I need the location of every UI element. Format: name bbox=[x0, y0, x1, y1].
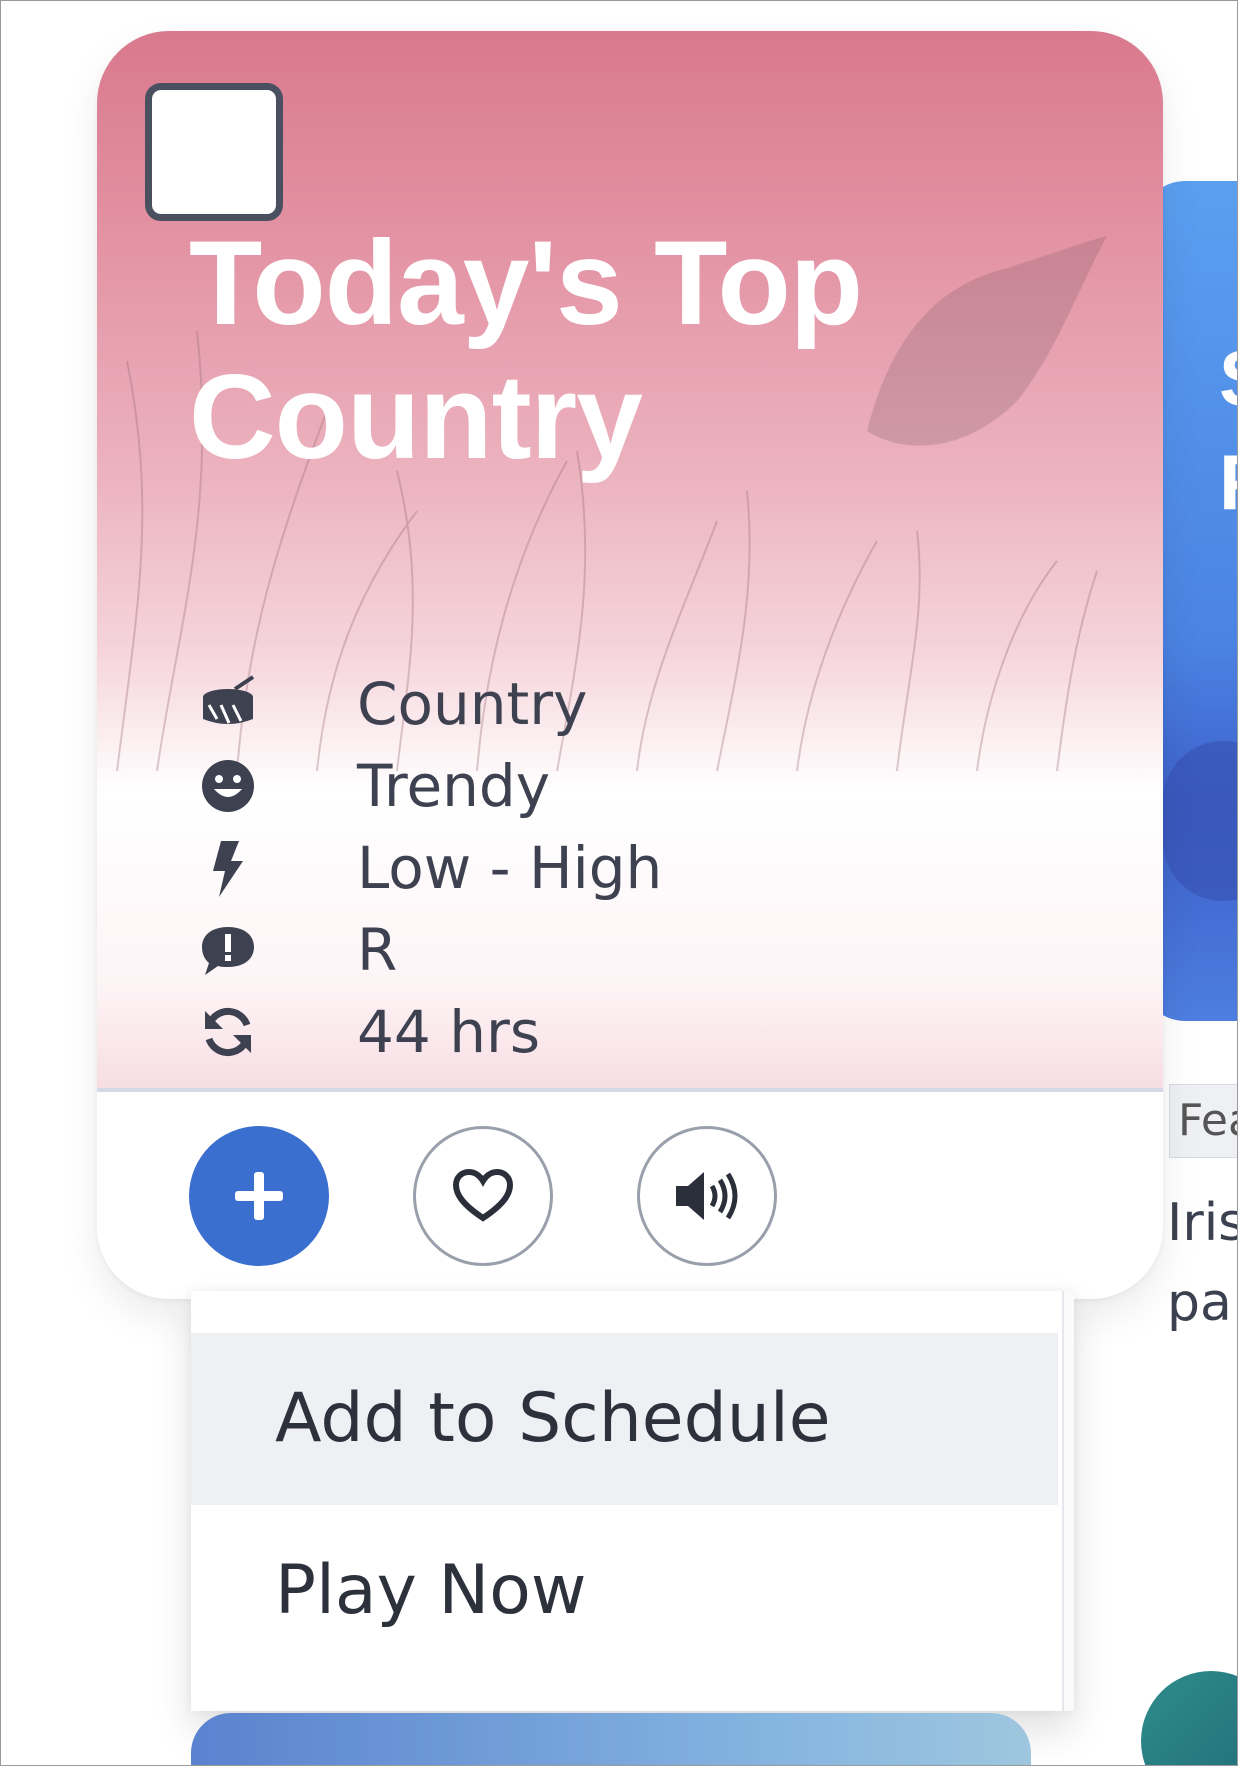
menu-item-add-to-schedule[interactable]: Add to Schedule bbox=[191, 1333, 1058, 1505]
meta-energy-label: Low - High bbox=[357, 834, 663, 902]
card-actions bbox=[189, 1126, 861, 1266]
meta-rating: R bbox=[199, 909, 662, 991]
volume-icon bbox=[676, 1172, 738, 1220]
explicit-comment-icon bbox=[199, 919, 269, 981]
select-checkbox[interactable] bbox=[145, 83, 283, 221]
next-card-thumbnail bbox=[1141, 1671, 1237, 1765]
refresh-icon bbox=[199, 1001, 269, 1063]
favorite-button[interactable] bbox=[413, 1126, 553, 1266]
next-card-description: Iris pa bbox=[1167, 1193, 1238, 1333]
playlist-title: Today's Top Country bbox=[189, 216, 863, 484]
playlist-meta: Country Trendy Low - High R 44 hrs bbox=[199, 663, 662, 1073]
playlist-card[interactable]: Today's Top Country Country Trendy Low -… bbox=[97, 31, 1163, 1299]
meta-energy: Low - High bbox=[199, 827, 662, 909]
bolt-icon bbox=[199, 837, 269, 899]
preview-audio-button[interactable] bbox=[637, 1126, 777, 1266]
next-card-tag: Fea bbox=[1169, 1084, 1237, 1158]
card-divider bbox=[97, 1088, 1163, 1092]
meta-genre: Country bbox=[199, 663, 662, 745]
playlist-cover-art: Today's Top Country Country Trendy Low -… bbox=[97, 31, 1163, 1091]
menu-item-play-now[interactable]: Play Now bbox=[191, 1505, 1058, 1677]
add-button[interactable] bbox=[189, 1126, 329, 1266]
drum-icon bbox=[199, 673, 269, 735]
next-card-title-peek: S F bbox=[1219, 326, 1237, 534]
add-menu: Add to Schedule Play Now bbox=[191, 1291, 1074, 1711]
meta-genre-label: Country bbox=[357, 670, 588, 738]
heart-icon bbox=[452, 1168, 514, 1222]
meta-mood: Trendy bbox=[199, 745, 662, 827]
viewport: S F Fea Iris pa bbox=[0, 0, 1238, 1766]
meta-rating-label: R bbox=[357, 916, 398, 984]
menu-scrollbar[interactable] bbox=[1062, 1291, 1074, 1711]
meta-refresh: 44 hrs bbox=[199, 991, 662, 1073]
meta-mood-label: Trendy bbox=[357, 752, 551, 820]
next-card-art bbox=[1163, 741, 1237, 901]
smile-icon bbox=[199, 755, 269, 817]
plus-icon bbox=[235, 1172, 283, 1220]
meta-refresh-label: 44 hrs bbox=[357, 998, 541, 1066]
next-row-card[interactable] bbox=[191, 1713, 1031, 1765]
